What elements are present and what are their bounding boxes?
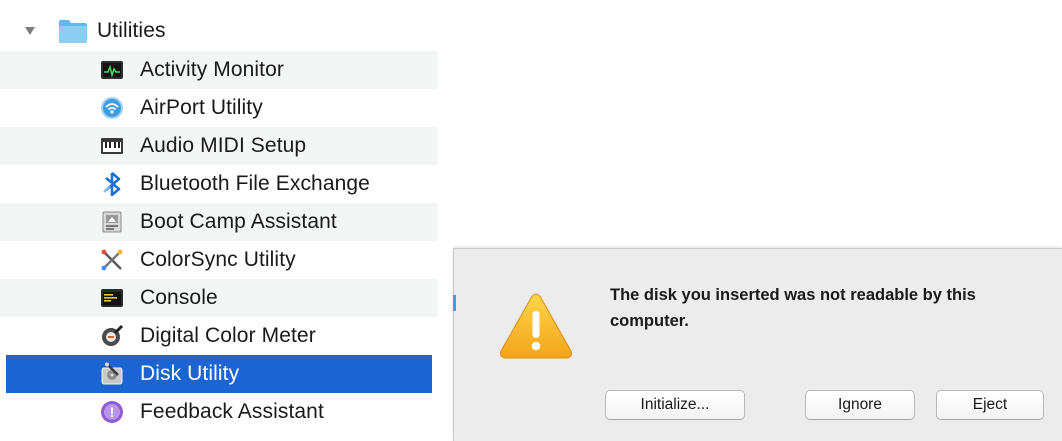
list-item-label: Disk Utility [140, 362, 240, 385]
list-item-colorsync-utility[interactable]: ColorSync Utility [0, 241, 438, 279]
list-item-label: Console [140, 286, 218, 309]
color-meter-icon [102, 324, 124, 346]
list-item-disk-utility[interactable]: Disk Utility [6, 355, 432, 393]
list-item-activity-monitor[interactable]: Activity Monitor [0, 51, 438, 89]
console-icon [101, 289, 123, 307]
folder-icon [59, 20, 87, 43]
list-item-bluetooth-file-exchange[interactable]: Bluetooth File Exchange [0, 165, 438, 203]
list-item-label: Boot Camp Assistant [140, 210, 337, 233]
boot-camp-icon [102, 211, 122, 233]
initialize-button[interactable]: Initialize... [605, 390, 745, 420]
svg-text:!: ! [110, 404, 115, 420]
list-item-label: Activity Monitor [140, 58, 284, 81]
list-item-console[interactable]: Console [0, 279, 438, 317]
list-item-audio-midi-setup[interactable]: Audio MIDI Setup [0, 127, 438, 165]
folder-label: Utilities [97, 19, 166, 42]
airport-utility-icon [101, 97, 123, 119]
finder-list: Utilities Activity Monitor AirPort Utili… [0, 0, 438, 441]
list-item-airport-utility[interactable]: AirPort Utility [0, 89, 438, 127]
disk-utility-icon [101, 362, 123, 385]
window-edge-accent [453, 295, 456, 311]
audio-midi-setup-icon [101, 138, 123, 154]
list-item-label: Bluetooth File Exchange [140, 172, 370, 195]
bluetooth-icon [103, 172, 121, 196]
folder-row-utilities[interactable]: Utilities [0, 12, 438, 50]
disclosure-triangle-icon[interactable] [24, 25, 36, 37]
list-item-label: Audio MIDI Setup [140, 134, 307, 157]
list-item-label: ColorSync Utility [140, 248, 296, 271]
colorsync-icon [101, 249, 123, 271]
warning-icon [500, 293, 572, 359]
list-item-digital-color-meter[interactable]: Digital Color Meter [0, 317, 438, 355]
alert-dialog: The disk you inserted was not readable b… [453, 248, 1062, 441]
list-item-feedback-assistant[interactable]: ! Feedback Assistant [0, 393, 438, 431]
list-item-label: AirPort Utility [140, 96, 263, 119]
ignore-button[interactable]: Ignore [805, 390, 915, 420]
alert-message: The disk you inserted was not readable b… [610, 286, 976, 330]
list-item-boot-camp-assistant[interactable]: Boot Camp Assistant [0, 203, 438, 241]
eject-button[interactable]: Eject [936, 390, 1044, 420]
list-item-label: Feedback Assistant [140, 400, 324, 423]
feedback-assistant-icon: ! [101, 401, 123, 423]
activity-monitor-icon [101, 61, 123, 79]
list-item-label: Digital Color Meter [140, 324, 316, 347]
